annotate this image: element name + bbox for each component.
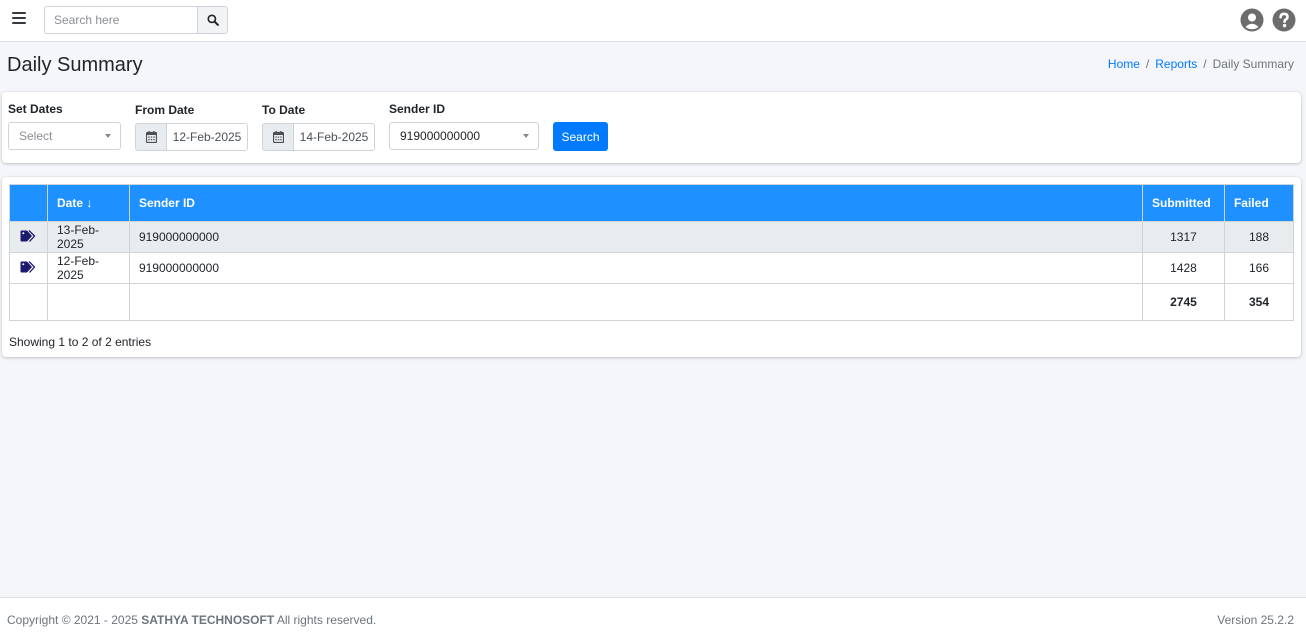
from-date-calendar-button[interactable] — [135, 123, 166, 151]
app-version: Version 25.2.2 — [1217, 613, 1294, 627]
column-header-failed[interactable]: Failed — [1223, 184, 1295, 222]
top-navbar — [0, 0, 1306, 42]
results-card: Date ↓ Sender ID Submitted Failed 13-Feb… — [2, 177, 1301, 357]
column-header-date[interactable]: Date ↓ — [46, 184, 130, 222]
help-circle-icon[interactable] — [1272, 8, 1296, 32]
set-dates-select[interactable]: Select — [8, 122, 121, 150]
set-dates-label: Set Dates — [8, 102, 63, 116]
cell-failed: 188 — [1223, 221, 1295, 253]
page-title: Daily Summary — [7, 54, 143, 76]
cell-submitted: 1317 — [1141, 221, 1225, 253]
breadcrumb: Home / Reports / Daily Summary — [1108, 57, 1294, 71]
cell-sender-id: 919000000000 — [128, 252, 1143, 284]
from-date-label: From Date — [135, 103, 195, 117]
sort-down-arrow-icon: ↓ — [86, 196, 93, 210]
sender-id-field: Sender ID 919000000000 — [389, 102, 539, 150]
cell-date: 12-Feb-2025 — [46, 252, 130, 284]
search-submit-button[interactable]: Search — [553, 122, 608, 151]
column-header-icon — [9, 184, 48, 222]
breadcrumb-reports[interactable]: Reports — [1155, 57, 1197, 71]
user-circle-icon[interactable] — [1240, 8, 1264, 32]
to-date-label: To Date — [262, 103, 306, 117]
breadcrumb-separator: / — [1145, 57, 1150, 71]
breadcrumb-current: Daily Summary — [1212, 57, 1294, 71]
search-icon — [206, 14, 219, 26]
tags-icon[interactable] — [20, 260, 36, 273]
daily-summary-table: Date ↓ Sender ID Submitted Failed 13-Feb… — [9, 184, 1295, 321]
cell-date: 13-Feb-2025 — [46, 221, 130, 253]
table-header-row: Date ↓ Sender ID Submitted Failed — [9, 184, 1295, 222]
chevron-down-icon — [523, 134, 529, 138]
sender-id-select[interactable]: 919000000000 — [389, 122, 539, 150]
calendar-icon — [145, 131, 157, 143]
footer: Copyright © 2021 - 2025 SATHYA TECHNOSOF… — [0, 597, 1306, 635]
breadcrumb-home[interactable]: Home — [1108, 57, 1140, 71]
hamburger-menu-icon[interactable] — [12, 12, 26, 26]
sender-id-value: 919000000000 — [400, 129, 481, 143]
tags-icon[interactable] — [20, 229, 36, 242]
navbar-search — [44, 6, 228, 34]
table-entries-info: Showing 1 to 2 of 2 entries — [9, 335, 152, 349]
breadcrumb-separator: / — [1203, 57, 1207, 71]
cell-failed: 166 — [1223, 252, 1295, 284]
to-date-field: To Date 14-Feb-2025 — [262, 103, 375, 151]
table-row: 13-Feb-2025 919000000000 1317 188 — [9, 221, 1295, 253]
search-input[interactable] — [44, 6, 197, 34]
column-header-date-label: Date — [56, 196, 83, 210]
column-header-submitted[interactable]: Submitted — [1141, 184, 1225, 222]
set-dates-value: Select — [19, 129, 53, 143]
total-submitted: 2745 — [1141, 283, 1225, 321]
to-date-input[interactable]: 14-Feb-2025 — [293, 123, 375, 151]
table-totals-row: 2745 354 — [9, 283, 1295, 321]
calendar-icon — [272, 131, 284, 143]
set-dates-field: Set Dates Select — [8, 102, 121, 150]
company-name: SATHYA TECHNOSOFT — [141, 613, 275, 627]
footer-copyright: Copyright © 2021 - 2025 SATHYA TECHNOSOF… — [7, 613, 376, 627]
filter-card: Set Dates Select From Date 12-Feb-2025 T… — [2, 92, 1301, 163]
cell-sender-id: 919000000000 — [128, 221, 1143, 253]
search-button[interactable] — [197, 6, 228, 34]
table-row: 12-Feb-2025 919000000000 1428 166 — [9, 252, 1295, 284]
from-date-input[interactable]: 12-Feb-2025 — [166, 123, 248, 151]
copyright-suffix: All rights reserved. — [274, 613, 377, 627]
sender-id-label: Sender ID — [389, 102, 446, 116]
to-date-calendar-button[interactable] — [262, 123, 293, 151]
total-failed: 354 — [1223, 283, 1295, 321]
cell-submitted: 1428 — [1141, 252, 1225, 284]
from-date-field: From Date 12-Feb-2025 — [135, 103, 248, 151]
column-header-sender-id[interactable]: Sender ID — [128, 184, 1143, 222]
copyright-prefix: Copyright © 2021 - 2025 — [7, 613, 142, 627]
chevron-down-icon — [105, 134, 111, 138]
